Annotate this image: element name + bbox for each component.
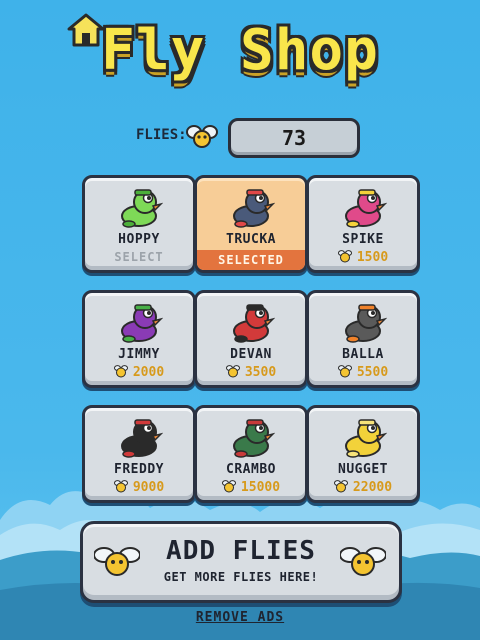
character-name: TRUCKA xyxy=(226,232,276,247)
winged-fly-icon xyxy=(340,547,386,576)
character-card[interactable]: CRAMBO 15000 xyxy=(194,405,308,503)
character-card[interactable]: FREDDY 9000 xyxy=(82,405,196,503)
character-name: BALLA xyxy=(342,347,384,362)
character-price: 15000 xyxy=(197,479,305,495)
character-price-value: 22000 xyxy=(352,480,393,495)
fly-coin-icon xyxy=(113,365,128,378)
frog-character-icon xyxy=(233,304,275,343)
fly-coin-icon xyxy=(225,365,240,378)
frog-character-icon xyxy=(233,189,275,228)
page-title: Fly Shop xyxy=(101,18,379,83)
character-card[interactable]: BALLA 5500 xyxy=(306,290,420,388)
remove-ads-link[interactable]: REMOVE ADS xyxy=(0,610,480,625)
character-price: 1500 xyxy=(309,249,417,265)
character-name: SPIKE xyxy=(342,232,384,247)
character-name: NUGGET xyxy=(338,462,388,477)
character-price-value: 1500 xyxy=(356,250,389,265)
frog-character-icon xyxy=(121,189,163,228)
character-price-value: 5500 xyxy=(356,365,389,380)
fly-coin-icon xyxy=(337,365,352,378)
character-price: 2000 xyxy=(85,364,193,380)
character-name: FREDDY xyxy=(114,462,164,477)
character-price-value: 3500 xyxy=(244,365,277,380)
character-price-value: 9000 xyxy=(132,480,165,495)
flies-label: FLIES: xyxy=(136,127,187,143)
character-name: DEVAN xyxy=(230,347,272,362)
frog-character-icon xyxy=(233,419,275,458)
character-card[interactable]: TRUCKA SELECTED xyxy=(194,175,308,273)
character-name: CRAMBO xyxy=(226,462,276,477)
fly-coin-icon xyxy=(333,480,348,493)
character-status: SELECTED xyxy=(197,250,305,270)
fly-coin-icon xyxy=(113,480,128,493)
flies-counter-row: FLIES: 73 xyxy=(0,118,480,158)
character-card[interactable]: DEVAN 3500 xyxy=(194,290,308,388)
fly-coin-icon xyxy=(337,250,352,263)
character-name: HOPPY xyxy=(118,232,160,247)
character-card[interactable]: HOPPY SELECT xyxy=(82,175,196,273)
character-price: 3500 xyxy=(197,364,305,380)
flies-count-display: 73 xyxy=(228,118,360,158)
character-price: 22000 xyxy=(309,479,417,495)
frog-character-icon xyxy=(345,419,387,458)
character-name: JIMMY xyxy=(118,347,160,362)
frog-character-icon xyxy=(121,419,163,458)
character-card[interactable]: JIMMY 2000 xyxy=(82,290,196,388)
character-card[interactable]: SPIKE 1500 xyxy=(306,175,420,273)
frog-character-icon xyxy=(121,304,163,343)
frog-character-icon xyxy=(345,189,387,228)
character-price: 5500 xyxy=(309,364,417,380)
character-price-value: 15000 xyxy=(240,480,281,495)
frog-character-icon xyxy=(345,304,387,343)
fly-coin-icon xyxy=(221,480,236,493)
character-price: 9000 xyxy=(85,479,193,495)
character-price-value: 2000 xyxy=(132,365,165,380)
character-status: SELECT xyxy=(114,250,164,264)
character-card[interactable]: NUGGET 22000 xyxy=(306,405,420,503)
winged-fly-icon xyxy=(94,547,140,576)
fly-icon xyxy=(186,125,218,148)
